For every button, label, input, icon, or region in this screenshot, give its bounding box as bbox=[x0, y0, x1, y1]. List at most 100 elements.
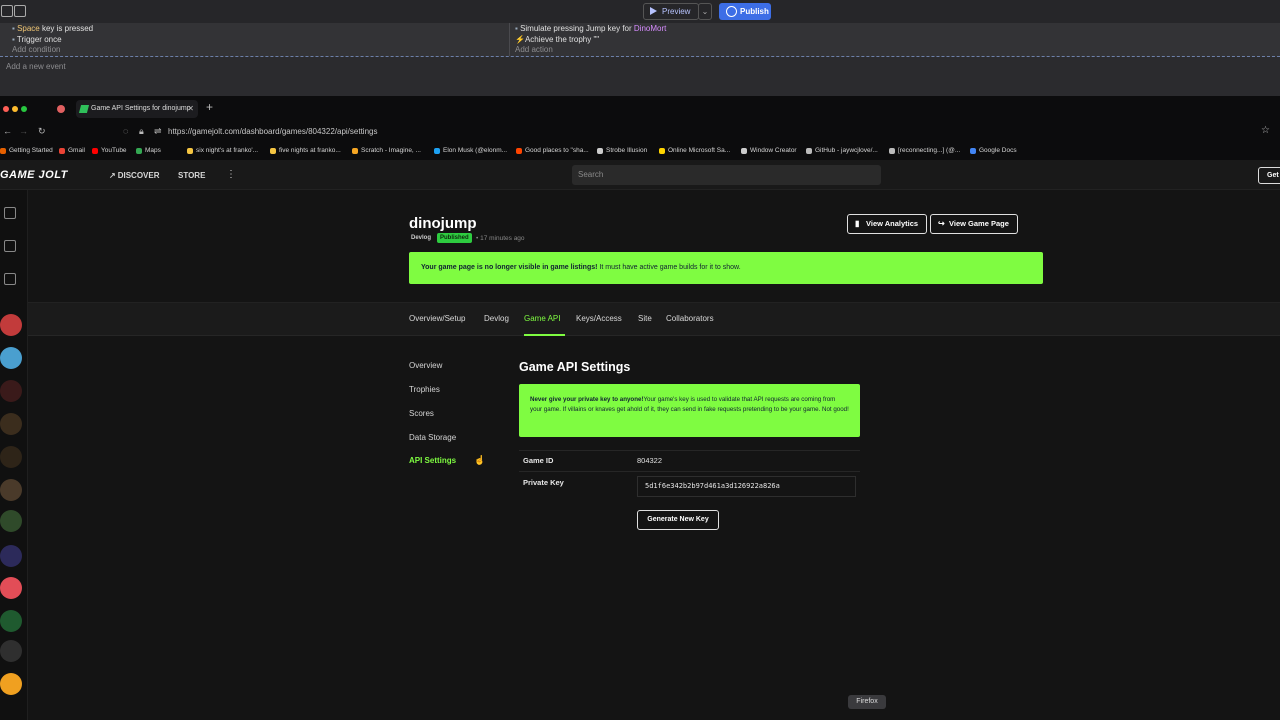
bookmark-item[interactable]: Gmail bbox=[59, 147, 85, 154]
view-analytics-button[interactable]: ▮ View Analytics bbox=[847, 214, 927, 234]
game-id-value: 804322 bbox=[637, 456, 663, 465]
get-app-button[interactable]: Get bbox=[1258, 167, 1280, 184]
condition-trigger-once[interactable]: ▪ Trigger once bbox=[12, 35, 62, 44]
community-avatar[interactable] bbox=[0, 510, 22, 532]
community-avatar[interactable] bbox=[0, 479, 22, 501]
community-avatar[interactable] bbox=[0, 413, 22, 435]
game-title: dinojump bbox=[409, 215, 477, 232]
grid-icon[interactable] bbox=[1, 5, 13, 17]
bookmark-item[interactable]: Getting Started bbox=[0, 147, 53, 154]
dashboard-tabs bbox=[28, 302, 1280, 336]
private-key-label: Private Key bbox=[523, 478, 564, 487]
row-divider bbox=[519, 450, 860, 451]
tab-site[interactable]: Site bbox=[638, 314, 652, 323]
bookmark-item[interactable]: Strobe Illusion bbox=[597, 147, 647, 154]
bookmark-item[interactable]: Good places to "sha... bbox=[516, 147, 589, 154]
pinned-tab-icon[interactable] bbox=[57, 105, 65, 113]
generate-new-key-button[interactable]: Generate New Key bbox=[637, 510, 719, 530]
realms-icon[interactable] bbox=[4, 273, 16, 285]
community-avatar[interactable] bbox=[0, 446, 22, 468]
chart-icon: ▮ bbox=[855, 219, 860, 228]
add-action-link[interactable]: Add action bbox=[515, 45, 553, 54]
compass-icon: ↗ bbox=[109, 171, 116, 180]
back-icon[interactable]: ← bbox=[3, 126, 12, 136]
community-avatar[interactable] bbox=[0, 640, 22, 662]
publish-button[interactable]: Publish bbox=[719, 3, 771, 20]
tab-collaborators[interactable]: Collaborators bbox=[666, 314, 714, 323]
side-nav-api-settings[interactable]: API Settings bbox=[409, 456, 456, 465]
search-input[interactable]: Search bbox=[572, 165, 881, 185]
condition-key-pressed[interactable]: ▪ Space key is pressed bbox=[12, 24, 93, 33]
maximize-window-icon[interactable] bbox=[21, 106, 27, 112]
bookmark-item[interactable]: Online Microsoft Sa... bbox=[659, 147, 730, 154]
minimize-window-icon[interactable] bbox=[12, 106, 18, 112]
save-icon[interactable] bbox=[14, 5, 26, 17]
play-icon bbox=[650, 7, 657, 15]
bookmark-star-icon[interactable]: ☆ bbox=[1261, 125, 1270, 136]
add-condition-link[interactable]: Add condition bbox=[12, 45, 60, 54]
bookmark-item[interactable]: six night's at franko'... bbox=[187, 147, 258, 154]
lock-icon[interactable]: 🔒︎ bbox=[139, 126, 144, 137]
private-key-field[interactable]: 5d1f6e342b2b97d461a3d126922a826a bbox=[637, 476, 856, 497]
more-menu-icon[interactable]: ⋮ bbox=[226, 169, 236, 180]
shield-icon[interactable]: ◌ bbox=[123, 126, 128, 136]
side-nav-scores[interactable]: Scores bbox=[409, 409, 434, 418]
bookmark-item[interactable]: [reconnecting...] (@... bbox=[889, 147, 960, 154]
permissions-icon[interactable]: ⇌ bbox=[154, 126, 162, 137]
game-id-label: Game ID bbox=[523, 456, 554, 465]
url-input[interactable]: https://gamejolt.com/dashboard/games/804… bbox=[168, 127, 377, 136]
activity-icon[interactable] bbox=[4, 207, 16, 219]
browser-tab-active[interactable]: Game API Settings for dinojump ✕ bbox=[76, 100, 198, 118]
preview-options-dropdown[interactable]: ⌄ bbox=[698, 3, 712, 20]
forward-icon[interactable]: → bbox=[19, 126, 28, 136]
bookmark-item[interactable]: GitHub - jaywcjlove/... bbox=[806, 147, 878, 154]
community-avatar[interactable] bbox=[0, 673, 22, 695]
bookmark-item[interactable]: Scratch - Imagine, ... bbox=[352, 147, 421, 154]
close-window-icon[interactable] bbox=[3, 106, 9, 112]
side-nav-trophies[interactable]: Trophies bbox=[409, 385, 440, 394]
mouse-cursor-icon: ☝ bbox=[474, 455, 486, 465]
tab-overview-setup[interactable]: Overview/Setup bbox=[409, 314, 465, 323]
published-badge: Published bbox=[437, 233, 472, 243]
side-nav-overview[interactable]: Overview bbox=[409, 361, 442, 370]
updated-time: • 17 minutes ago bbox=[476, 235, 525, 242]
discover-link[interactable]: ↗ DISCOVER bbox=[109, 171, 160, 180]
bookmark-item[interactable]: Maps bbox=[136, 147, 161, 154]
gamejolt-favicon-icon bbox=[78, 105, 90, 113]
row-divider bbox=[519, 471, 860, 472]
event-divider bbox=[509, 23, 510, 56]
community-avatar[interactable] bbox=[0, 545, 22, 567]
bookmark-item[interactable]: Window Creator bbox=[741, 147, 797, 154]
close-tab-icon[interactable]: ✕ bbox=[187, 100, 194, 118]
community-avatar[interactable] bbox=[0, 380, 22, 402]
new-tab-icon[interactable]: + bbox=[206, 100, 213, 114]
share-arrow-icon: ↪ bbox=[938, 219, 945, 228]
gamejolt-logo[interactable]: GAME JOLT bbox=[0, 169, 68, 181]
gdevelop-toolbar: Preview ⌄ Publish bbox=[0, 0, 1280, 23]
action-simulate-jump[interactable]: ▪ Simulate pressing Jump key for DinoMor… bbox=[515, 24, 666, 33]
firefox-tooltip: Firefox bbox=[848, 695, 886, 709]
community-avatar[interactable] bbox=[0, 314, 22, 336]
action-achieve-trophy[interactable]: ⚡Achieve the trophy "" bbox=[515, 35, 599, 44]
store-link[interactable]: STORE bbox=[178, 171, 205, 180]
visibility-alert: Your game page is no longer visible in g… bbox=[409, 252, 1043, 284]
private-key-warning: Never give your private key to anyone!Yo… bbox=[519, 384, 860, 437]
bookmark-item[interactable]: YouTube bbox=[92, 147, 127, 154]
library-icon[interactable] bbox=[4, 240, 16, 252]
bookmark-item[interactable]: five nights at franko... bbox=[270, 147, 341, 154]
active-tab-indicator bbox=[524, 334, 565, 336]
community-avatar[interactable] bbox=[0, 347, 22, 369]
add-event-link[interactable]: Add a new event bbox=[6, 62, 66, 71]
tab-game-api[interactable]: Game API bbox=[524, 314, 560, 323]
side-nav-data-storage[interactable]: Data Storage bbox=[409, 433, 456, 442]
community-avatar[interactable] bbox=[0, 577, 22, 599]
community-avatar[interactable] bbox=[0, 610, 22, 632]
preview-button[interactable]: Preview bbox=[643, 3, 699, 20]
bookmark-item[interactable]: Elon Musk (@elonm... bbox=[434, 147, 507, 154]
view-game-page-button[interactable]: ↪ View Game Page bbox=[930, 214, 1018, 234]
tab-keys-access[interactable]: Keys/Access bbox=[576, 314, 622, 323]
reload-icon[interactable]: ↻ bbox=[38, 126, 46, 137]
tab-devlog[interactable]: Devlog bbox=[484, 314, 509, 323]
globe-icon bbox=[726, 6, 737, 17]
bookmark-item[interactable]: Google Docs bbox=[970, 147, 1017, 154]
